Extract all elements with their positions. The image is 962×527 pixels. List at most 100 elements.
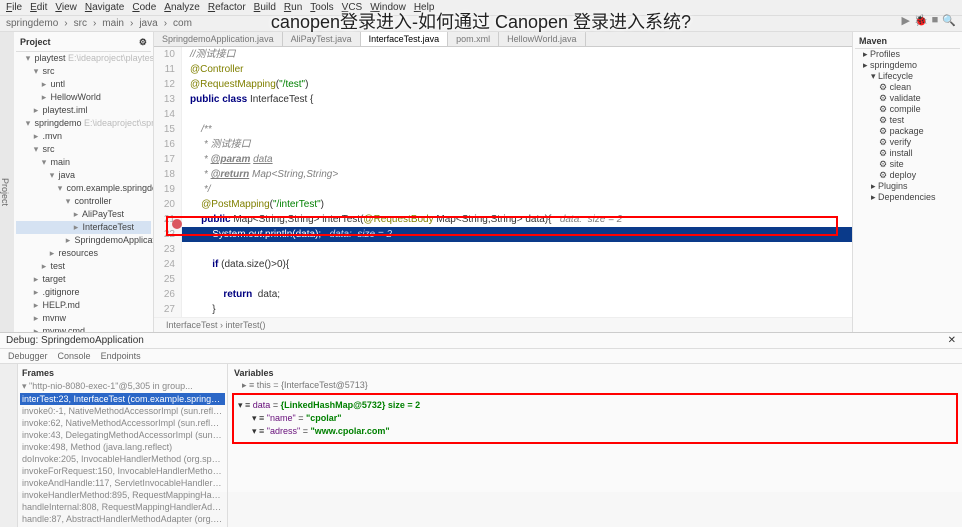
menu-view[interactable]: View (55, 2, 77, 13)
tab-HellowWorld-java[interactable]: HellowWorld.java (499, 32, 585, 46)
tree-node-mvnw[interactable]: ▸ mvnw (16, 312, 151, 325)
maven-springdemo[interactable]: ▸ springdemo (855, 60, 960, 71)
left-tool-tabs[interactable]: Project (0, 32, 14, 332)
menu-analyze[interactable]: Analyze (164, 2, 200, 13)
tree-node-main[interactable]: ▾ main (16, 156, 151, 169)
tree-node-HellowWorld[interactable]: ▸ HellowWorld (16, 91, 151, 104)
frame-item[interactable]: invokeForRequest:150, InvocableHandlerMe… (20, 465, 225, 477)
frame-item[interactable]: invoke0:-1, NativeMethodAccessorImpl (su… (20, 405, 225, 417)
tree-node-playtest[interactable]: ▾ playtest E:\ideaproject\playtest (16, 52, 151, 65)
tree-node-SpringdemoApplication[interactable]: ▸ SpringdemoApplication (16, 234, 151, 247)
maven-package[interactable]: ⚙ package (855, 126, 960, 137)
maven-compile[interactable]: ⚙ compile (855, 104, 960, 115)
frame-item[interactable]: invokeAndHandle:117, ServletInvocableHan… (20, 477, 225, 489)
maven-panel: Maven ▸ Profiles▸ springdemo▾ Lifecycle⚙… (852, 32, 962, 332)
frame-item[interactable]: interTest:23, InterfaceTest (com.example… (20, 393, 225, 405)
tree-node-playtest-iml[interactable]: ▸ playtest.iml (16, 104, 151, 117)
tree-node-AliPayTest[interactable]: ▸ AliPayTest (16, 208, 151, 221)
maven-test[interactable]: ⚙ test (855, 115, 960, 126)
maven-validate[interactable]: ⚙ validate (855, 93, 960, 104)
tree-node-controller[interactable]: ▾ controller (16, 195, 151, 208)
code-lines[interactable]: //测试接口@Controller@RequestMapping("/test"… (182, 47, 852, 317)
crumb-java[interactable]: java (139, 18, 157, 29)
tree-node--gitignore[interactable]: ▸ .gitignore (16, 286, 151, 299)
tree-node-untl[interactable]: ▸ untl (16, 78, 151, 91)
frames-title: Frames (20, 366, 225, 380)
menu-edit[interactable]: Edit (30, 2, 47, 13)
maven-lifecycle[interactable]: ▾ Lifecycle (855, 71, 960, 82)
dbgtab-console[interactable]: Console (58, 351, 91, 361)
debug-panel: Debug: SpringdemoApplication ✕ Debugger C… (0, 332, 962, 492)
frame-item[interactable]: invoke:498, Method (java.lang.reflect) (20, 441, 225, 453)
tree-node-springdemo[interactable]: ▾ springdemo E:\ideaproject\springdemo (16, 117, 151, 130)
var-adress[interactable]: ▾ ≡ "adress" = "www.cpolar.com" (238, 425, 952, 438)
menu-refactor[interactable]: Refactor (208, 2, 246, 13)
menu-navigate[interactable]: Navigate (85, 2, 124, 13)
menu-code[interactable]: Code (132, 2, 156, 13)
tree-node-resources[interactable]: ▸ resources (16, 247, 151, 260)
frame-item[interactable]: invoke:43, DelegatingMethodAccessorImpl … (20, 429, 225, 441)
editor-panel: SpringdemoApplication.javaAliPayTest.jav… (154, 32, 852, 332)
run-toolbar: ▶ 🐞 ■ 🔍 (901, 14, 956, 27)
tree-node-HELP-md[interactable]: ▸ HELP.md (16, 299, 151, 312)
tree-node-src[interactable]: ▾ src (16, 65, 151, 78)
frame-item[interactable]: doInvoke:205, InvocableHandlerMethod (or… (20, 453, 225, 465)
debug-icon[interactable]: 🐞 (914, 14, 928, 27)
stop-icon[interactable]: ■ (932, 14, 939, 27)
run-icon[interactable]: ▶ (901, 14, 909, 27)
tree-node-test[interactable]: ▸ test (16, 260, 151, 273)
tree-node-mvnw-cmd[interactable]: ▸ mvnw.cmd (16, 325, 151, 332)
frames-panel: Frames ▾ "http-nio-8080-exec-1"@5,305 in… (18, 364, 228, 527)
tab-SpringdemoApplication-java[interactable]: SpringdemoApplication.java (154, 32, 283, 46)
maven-Plugins[interactable]: ▸ Plugins (855, 181, 960, 192)
crumb-springdemo[interactable]: springdemo (6, 18, 58, 29)
editor-tabs: SpringdemoApplication.javaAliPayTest.jav… (154, 32, 852, 47)
tree-node--mvn[interactable]: ▸ .mvn (16, 130, 151, 143)
tree-node-src[interactable]: ▾ src (16, 143, 151, 156)
overlay-title: canopen登录进入-如何通过 Canopen 登录进入系统? (271, 8, 691, 34)
project-gear-icon[interactable]: ⚙ (139, 36, 147, 49)
project-header: Project (20, 36, 51, 49)
maven-Profiles[interactable]: ▸ Profiles (855, 49, 960, 60)
thread-selector[interactable]: ▾ "http-nio-8080-exec-1"@5,305 in group.… (20, 380, 225, 393)
tree-node-java[interactable]: ▾ java (16, 169, 151, 182)
maven-clean[interactable]: ⚙ clean (855, 82, 960, 93)
debug-app: SpringdemoApplication (41, 335, 144, 346)
maven-site[interactable]: ⚙ site (855, 159, 960, 170)
crumb-src[interactable]: src (74, 18, 87, 29)
gutter: 10111213141516171819202122232425262728 (154, 47, 182, 317)
code-area[interactable]: 10111213141516171819202122232425262728 /… (154, 47, 852, 317)
maven-header: Maven (855, 34, 960, 49)
variables-title: Variables (232, 366, 958, 380)
debug-left-toolbar[interactable] (0, 364, 18, 527)
tree-node-target[interactable]: ▸ target (16, 273, 151, 286)
maven-install[interactable]: ⚙ install (855, 148, 960, 159)
var-name[interactable]: ▾ ≡ "name" = "cpolar" (238, 412, 952, 425)
frame-item[interactable]: handle:87, AbstractHandlerMethodAdapter … (20, 513, 225, 525)
frame-item[interactable]: handleInternal:808, RequestMappingHandle… (20, 501, 225, 513)
debug-label: Debug: (6, 335, 38, 346)
crumb-main[interactable]: main (102, 18, 124, 29)
tab-AliPayTest-java[interactable]: AliPayTest.java (283, 32, 361, 46)
tree-node-com-example-springdemo[interactable]: ▾ com.example.springdemo (16, 182, 151, 195)
maven-Dependencies[interactable]: ▸ Dependencies (855, 192, 960, 203)
dbgtab-endpoints[interactable]: Endpoints (101, 351, 141, 361)
variables-panel: Variables ▸ ≡ this = {InterfaceTest@5713… (228, 364, 962, 527)
tree-node-InterfaceTest[interactable]: ▸ InterfaceTest (16, 221, 151, 234)
debug-close-icon[interactable]: ✕ (948, 335, 956, 346)
var-data[interactable]: ▾ ≡ data = {LinkedHashMap@5732} size = 2 (238, 399, 952, 412)
frame-item[interactable]: invokeHandlerMethod:895, RequestMappingH… (20, 489, 225, 501)
menu-file[interactable]: File (6, 2, 22, 13)
search-icon[interactable]: 🔍 (942, 14, 956, 27)
maven-deploy[interactable]: ⚙ deploy (855, 170, 960, 181)
this-variable[interactable]: ▸ ≡ this = {InterfaceTest@5713} (232, 380, 958, 391)
frame-item[interactable]: invoke:62, NativeMethodAccessorImpl (sun… (20, 417, 225, 429)
crumb-com[interactable]: com (173, 18, 192, 29)
dbgtab-debugger[interactable]: Debugger (8, 351, 48, 361)
tab-InterfaceTest-java[interactable]: InterfaceTest.java (361, 32, 449, 46)
maven-verify[interactable]: ⚙ verify (855, 137, 960, 148)
tab-pom-xml[interactable]: pom.xml (448, 32, 499, 46)
breakpoint-icon[interactable] (172, 219, 182, 229)
variables-highlight-box: ▾ ≡ data = {LinkedHashMap@5732} size = 2… (232, 393, 958, 444)
debug-tabs: Debugger Console Endpoints (0, 349, 962, 364)
